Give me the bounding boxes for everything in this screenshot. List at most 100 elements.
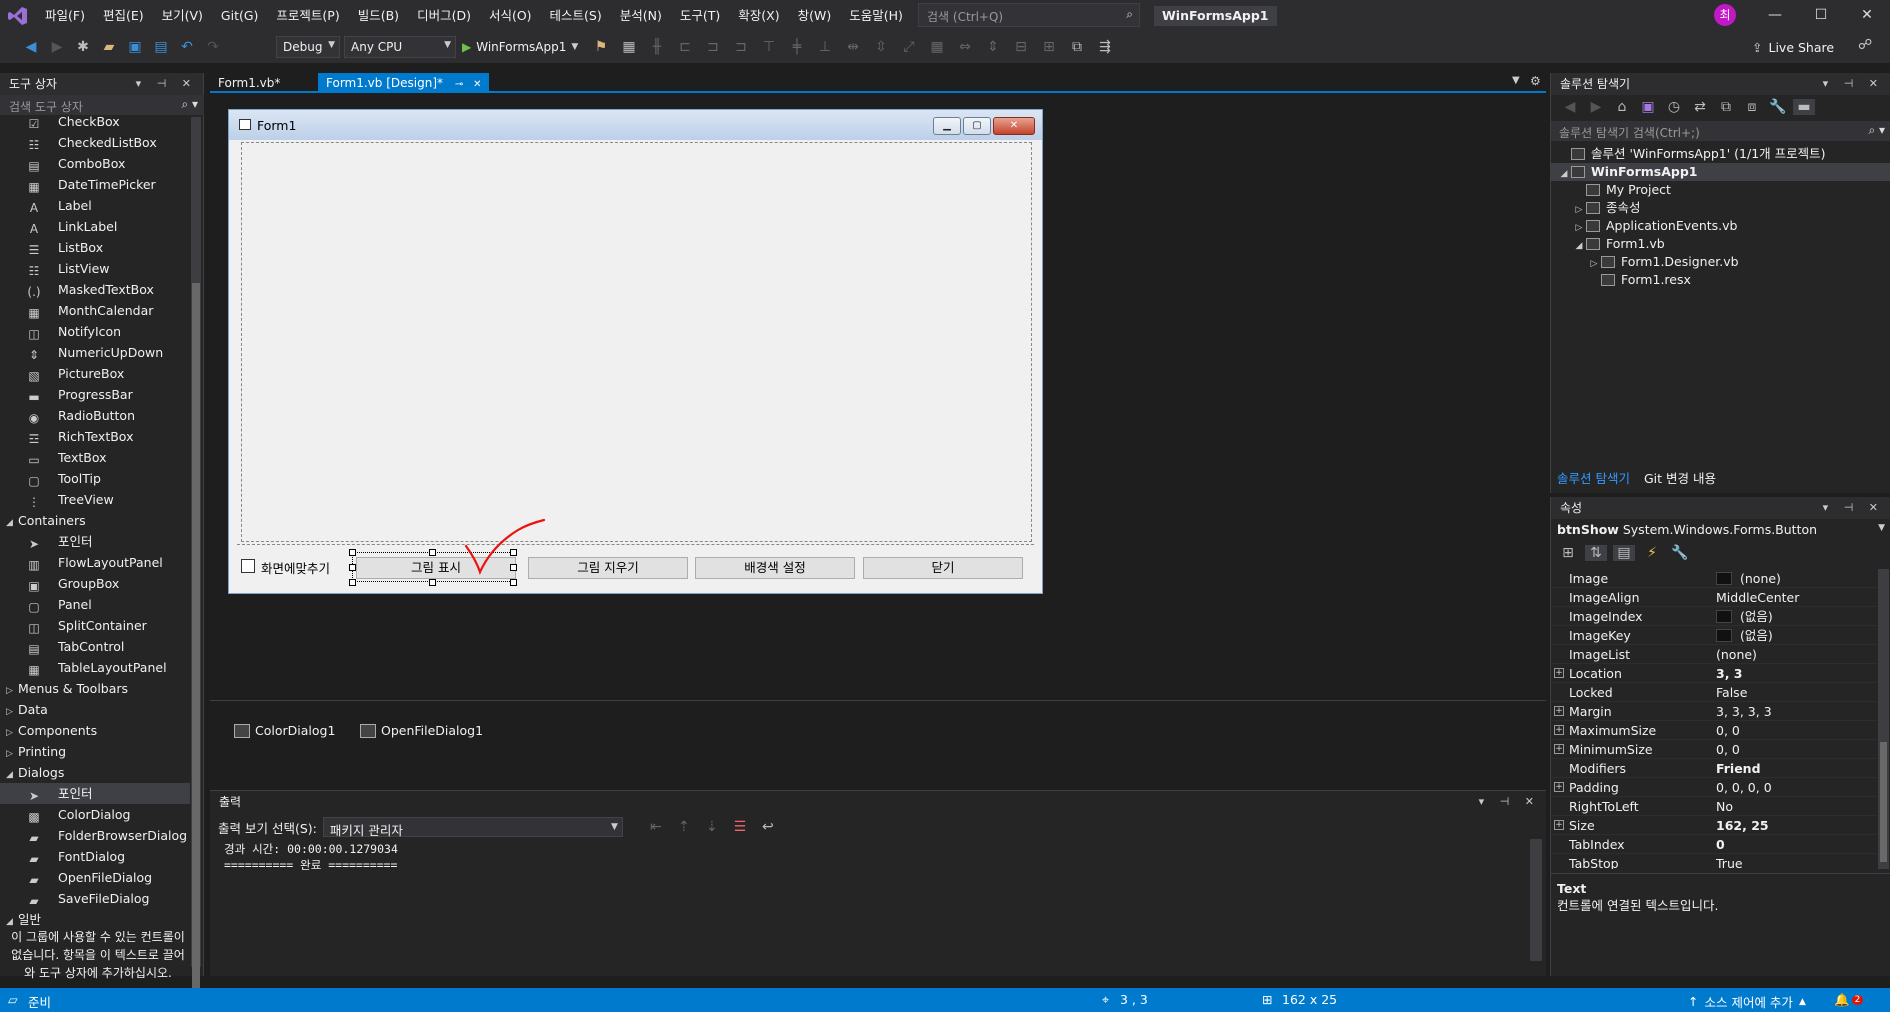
- toolbox-scroll-thumb[interactable]: [192, 283, 200, 1003]
- size-to-grid-icon[interactable]: ▦: [926, 39, 948, 55]
- property-value[interactable]: (none): [1716, 569, 1781, 588]
- toolbox-category[interactable]: ◢ Containers: [0, 510, 190, 531]
- tree-node[interactable]: My Project: [1551, 181, 1890, 199]
- menu-item[interactable]: 편집(E): [94, 6, 153, 26]
- undo-icon[interactable]: ↶: [176, 39, 198, 55]
- toolbox-item[interactable]: A Label: [0, 195, 190, 216]
- pane-controls-icon[interactable]: ▾ ⊣ ✕: [1823, 497, 1884, 519]
- tab-git-changes[interactable]: Git 변경 내용: [1644, 468, 1716, 487]
- word-wrap-icon[interactable]: ↩: [757, 819, 779, 835]
- open-file-dialog-component[interactable]: OpenFileDialog1: [360, 723, 483, 738]
- form1-client-area[interactable]: 화면에맞추기 그림 표시 그림 지우기 배경색 설정 닫기: [237, 140, 1034, 587]
- properties-wrench-icon[interactable]: 🔧: [1767, 99, 1789, 115]
- tree-node[interactable]: ◢ Form1.vb: [1551, 235, 1890, 253]
- picture-box[interactable]: [241, 142, 1032, 542]
- feedback-icon[interactable]: ☍: [1858, 37, 1872, 53]
- property-value[interactable]: (none): [1716, 645, 1757, 664]
- tab-solution-explorer[interactable]: 솔루션 탐색기: [1557, 468, 1630, 487]
- toolbox-category[interactable]: ▷ Components: [0, 720, 190, 741]
- pin-icon[interactable]: ⊸: [455, 79, 463, 90]
- expand-icon[interactable]: +: [1554, 725, 1564, 735]
- toolbox-item[interactable]: ▰ FontDialog: [0, 846, 190, 867]
- make-same-height-icon[interactable]: ⇳: [870, 39, 892, 55]
- make-same-width-icon[interactable]: ⇹: [842, 39, 864, 55]
- toolbox-item[interactable]: ◫ NotifyIcon: [0, 321, 190, 342]
- horizontal-spacing-icon[interactable]: ⇔: [954, 39, 976, 55]
- output-source-select[interactable]: 패키지 관리자 ▼: [322, 817, 623, 838]
- toolbox-item[interactable]: ➤ 포인터: [0, 531, 190, 552]
- back-icon[interactable]: ◀: [20, 39, 42, 55]
- resize-handle[interactable]: [349, 564, 356, 571]
- pane-controls-icon[interactable]: ▾ ⊣ ✕: [136, 73, 197, 95]
- notifications-button[interactable]: 🔔 2: [1834, 992, 1864, 1008]
- expand-icon[interactable]: +: [1554, 820, 1564, 830]
- property-row[interactable]: ImageList (none): [1551, 645, 1877, 664]
- toolbox-item[interactable]: ▬ ProgressBar: [0, 384, 190, 405]
- align-rights-icon[interactable]: ⊐: [730, 39, 752, 55]
- property-grid-scroll-thumb[interactable]: [1880, 742, 1887, 862]
- pane-controls-icon[interactable]: ▾ ⊣ ✕: [1479, 791, 1540, 813]
- gear-icon[interactable]: ⚙: [1530, 74, 1541, 88]
- forward-icon[interactable]: ▶: [46, 39, 68, 55]
- toolbox-item[interactable]: ☲ RichTextBox: [0, 426, 190, 447]
- toolbox-item[interactable]: ▩ ColorDialog: [0, 804, 190, 825]
- object-selector[interactable]: btnShow System.Windows.Forms.Button ▼: [1551, 519, 1890, 539]
- toolbox-item[interactable]: ▭ TextBox: [0, 447, 190, 468]
- align-bottoms-icon[interactable]: ⊥: [814, 39, 836, 55]
- vertical-spacing-icon[interactable]: ⇕: [982, 39, 1004, 55]
- resize-handle[interactable]: [429, 549, 436, 556]
- resize-handle[interactable]: [429, 579, 436, 586]
- toolbox-item[interactable]: ☷ ListView: [0, 258, 190, 279]
- menu-item[interactable]: 보기(V): [153, 6, 212, 26]
- toolbox-item[interactable]: ☰ ListBox: [0, 237, 190, 258]
- hot-reload-icon[interactable]: ⚑: [590, 39, 612, 55]
- pane-controls-icon[interactable]: ▾ ⊣ ✕: [1823, 73, 1884, 95]
- property-row[interactable]: ImageIndex (없음): [1551, 607, 1877, 626]
- toolbox-item[interactable]: ▦ TableLayoutPanel: [0, 657, 190, 678]
- toolbox-item[interactable]: ▣ GroupBox: [0, 573, 190, 594]
- alphabetical-icon[interactable]: ⇅: [1585, 545, 1607, 561]
- properties-icon[interactable]: ▤: [1613, 545, 1635, 561]
- categorized-icon[interactable]: ⊞: [1557, 545, 1579, 561]
- tab-dropdown-icon[interactable]: ▼: [1512, 75, 1520, 86]
- go-to-message-icon[interactable]: ⇤: [645, 819, 667, 835]
- collapse-all-icon[interactable]: ⧉: [1715, 99, 1737, 115]
- property-value[interactable]: False: [1716, 683, 1747, 702]
- property-row[interactable]: Modifiers Friend: [1551, 759, 1877, 778]
- property-row[interactable]: Locked False: [1551, 683, 1877, 702]
- form1-window[interactable]: Form1 ▁ ▢ ✕ 화면에맞추기 그림 표시 그림 지우기 배경색 설정 닫…: [228, 109, 1043, 594]
- property-row[interactable]: + Location 3, 3: [1551, 664, 1877, 683]
- next-message-icon[interactable]: ⇣: [701, 819, 723, 835]
- menu-item[interactable]: 확장(X): [729, 6, 788, 26]
- menu-item[interactable]: 서식(O): [480, 6, 541, 26]
- browse-icon[interactable]: ▦: [618, 39, 640, 55]
- search-input[interactable]: 검색 (Ctrl+Q) ⌕: [918, 3, 1140, 27]
- clear-picture-button[interactable]: 그림 지우기: [528, 557, 688, 579]
- tree-node[interactable]: 솔루션 'WinFormsApp1' (1/1개 프로젝트): [1551, 145, 1890, 163]
- menu-item[interactable]: 분석(N): [611, 6, 671, 26]
- forward-icon[interactable]: ▶: [1585, 99, 1607, 115]
- toolbox-item[interactable]: ⋮ TreeView: [0, 489, 190, 510]
- toolbox-item[interactable]: ▢ ToolTip: [0, 468, 190, 489]
- property-value[interactable]: 162, 25: [1716, 816, 1769, 835]
- tab-form1-design[interactable]: Form1.vb [Design]* ⊸ ✕: [318, 73, 490, 93]
- property-value[interactable]: MiddleCenter: [1716, 588, 1799, 607]
- menu-item[interactable]: 테스트(S): [541, 6, 611, 26]
- expand-icon[interactable]: +: [1554, 744, 1564, 754]
- property-pages-icon[interactable]: 🔧: [1669, 545, 1691, 561]
- pending-changes-icon[interactable]: ◷: [1663, 99, 1685, 115]
- align-to-grid-icon[interactable]: ╫: [646, 39, 668, 55]
- toolbox-category[interactable]: ◢ Dialogs: [0, 762, 190, 783]
- save-icon[interactable]: ▣: [124, 39, 146, 55]
- toolbox-category[interactable]: ◢ 일반: [0, 909, 190, 926]
- add-to-source-control-button[interactable]: ↑ 소스 제어에 추가 ▲: [1688, 992, 1806, 1011]
- avatar[interactable]: 최: [1714, 4, 1736, 26]
- color-dialog-component[interactable]: ColorDialog1: [234, 723, 335, 738]
- property-value[interactable]: Friend: [1716, 759, 1761, 778]
- toolbox-item[interactable]: ▧ PictureBox: [0, 363, 190, 384]
- toolbox-item[interactable]: ▦ DateTimePicker: [0, 174, 190, 195]
- property-value[interactable]: 0, 0, 0, 0: [1716, 778, 1772, 797]
- close-icon[interactable]: ✕: [473, 79, 481, 90]
- tab-form1-vb[interactable]: Form1.vb*: [210, 73, 288, 93]
- menu-item[interactable]: 도구(T): [671, 6, 729, 26]
